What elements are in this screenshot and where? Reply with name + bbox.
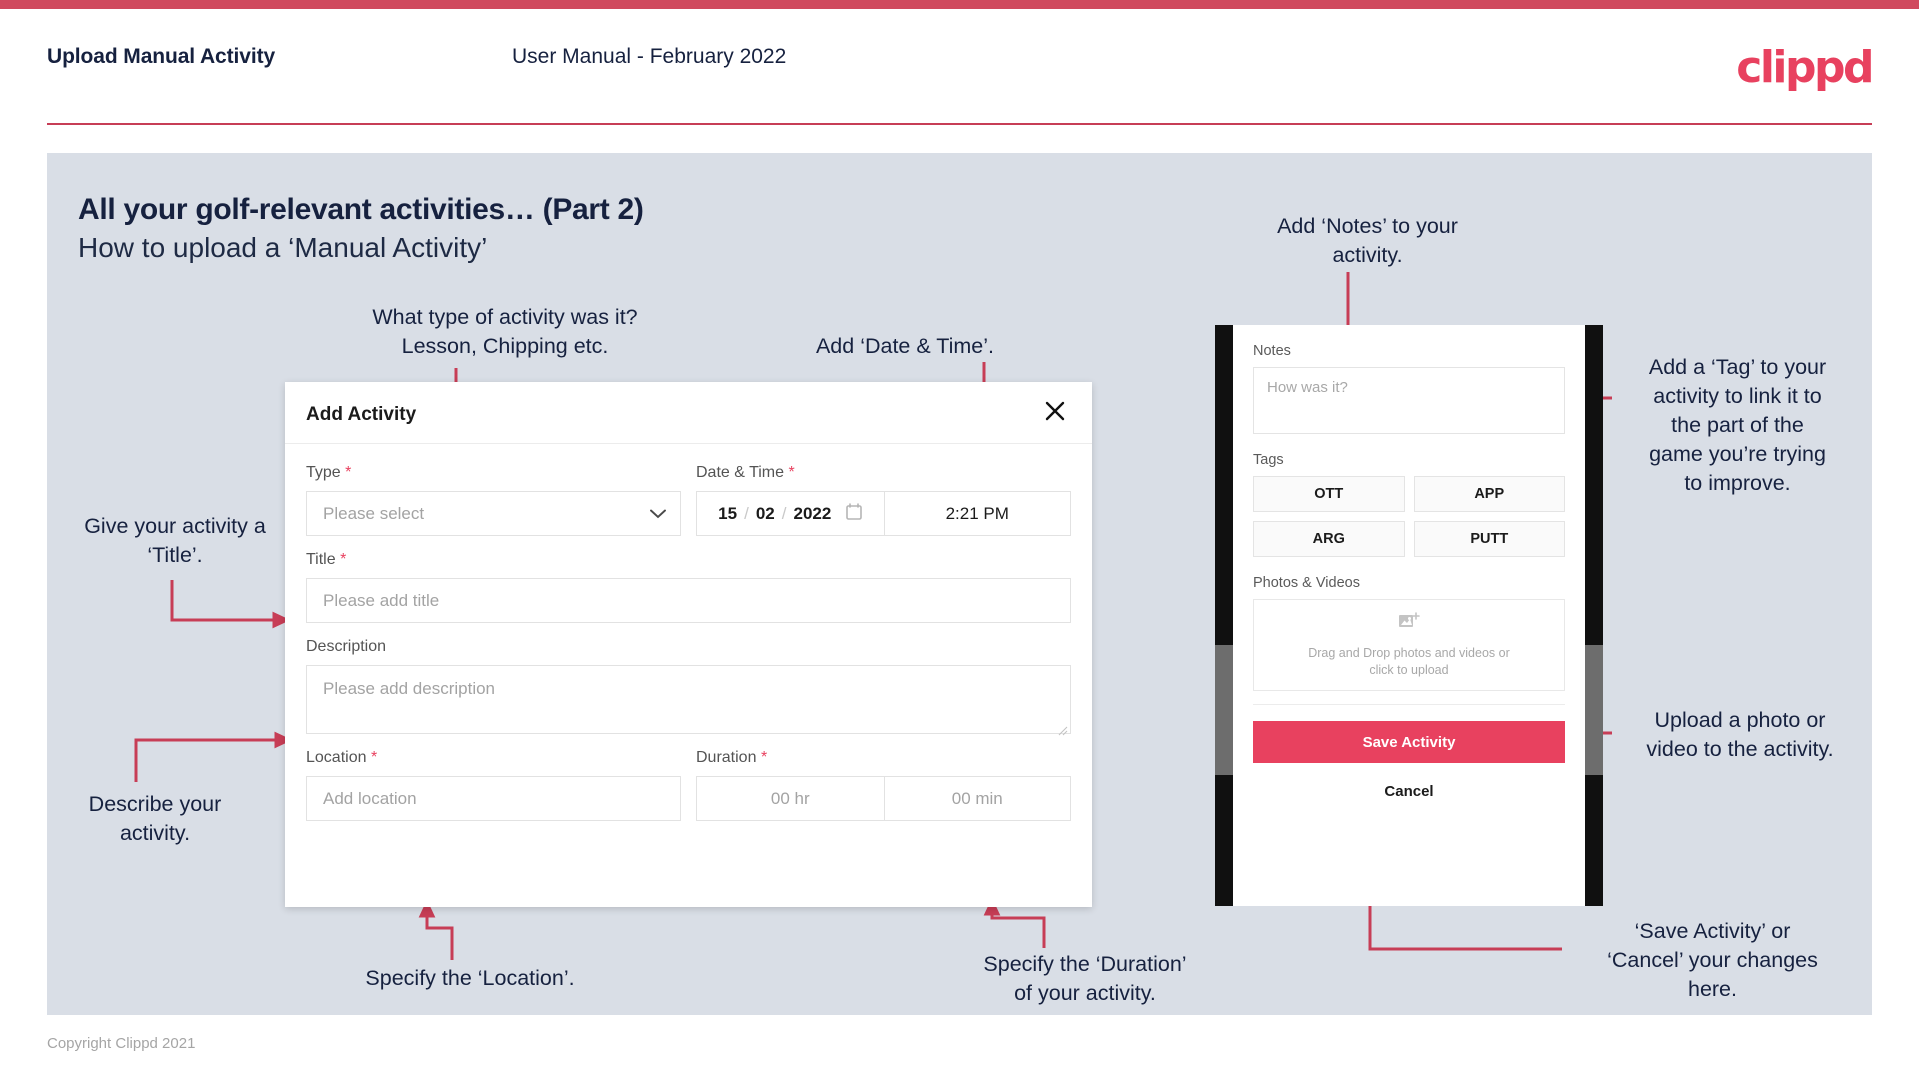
location-label-text: Location — [306, 749, 367, 766]
clippd-logo: clippd — [1736, 42, 1874, 93]
slide-page: Upload Manual Activity User Manual - Feb… — [0, 0, 1919, 1079]
phone-left-edge — [1215, 325, 1233, 906]
tag-button-putt[interactable]: PUTT — [1413, 521, 1565, 557]
type-placeholder: Please select — [323, 503, 425, 523]
duration-hours-placeholder: 00 hr — [770, 788, 810, 808]
location-input[interactable]: Add location — [306, 776, 681, 821]
dialog-header: Add Activity — [285, 382, 1092, 444]
description-placeholder: Please add description — [323, 679, 496, 698]
notes-placeholder: How was it? — [1267, 379, 1348, 396]
close-icon[interactable] — [1038, 394, 1072, 428]
time-input[interactable]: 2:21 PM — [883, 491, 1071, 536]
header-divider — [47, 123, 1872, 125]
notes-label: Notes — [1253, 343, 1291, 359]
annotation-datetime: Add ‘Date & Time’. — [815, 334, 995, 358]
annotation-type: What type of activity was it? Lesson, Chi… — [372, 305, 638, 358]
description-field-group: Description Please add description — [306, 638, 1071, 736]
location-placeholder: Add location — [323, 788, 417, 808]
dropzone-text: Drag and Drop photos and videos or click… — [1308, 645, 1510, 679]
date-input[interactable]: 15 / 02 / 2022 — [696, 491, 884, 536]
date-month: 02 — [755, 503, 775, 523]
slide-subtitle: How to upload a ‘Manual Activity’ — [78, 232, 488, 263]
required-asterisk: * — [370, 749, 378, 766]
annotation-duration: Specify the ‘Duration’ of your activity. — [983, 952, 1187, 1005]
title-input[interactable]: Please add title — [306, 578, 1071, 623]
page-title: Upload Manual Activity — [47, 45, 276, 68]
dropzone-line-1: Drag and Drop photos and videos or — [1308, 645, 1510, 660]
volume-button — [1215, 645, 1233, 775]
save-activity-button[interactable]: Save Activity — [1253, 721, 1565, 763]
required-asterisk: * — [788, 464, 795, 481]
duration-field-group: Duration * 00 hr 00 min — [696, 749, 1071, 821]
phone-right-edge — [1585, 325, 1603, 906]
cancel-button[interactable]: Cancel — [1253, 783, 1565, 800]
date-year: 2022 — [793, 503, 832, 523]
title-field-group: Title * Please add title — [306, 551, 1071, 623]
title-placeholder: Please add title — [323, 590, 440, 610]
time-value: 2:21 PM — [945, 503, 1009, 523]
datetime-label: Date & Time * — [696, 464, 1071, 482]
slide-title: All your golf-relevant activities… (Part… — [78, 193, 644, 226]
duration-hours-input[interactable]: 00 hr — [696, 776, 884, 821]
title-label: Title * — [306, 551, 1071, 569]
add-image-icon — [1398, 611, 1420, 637]
date-day: 15 — [718, 503, 738, 523]
annotation-notes: Add ‘Notes’ to your activity. — [1277, 214, 1458, 267]
chevron-down-icon — [650, 504, 666, 524]
date-sep-1: / — [744, 503, 749, 523]
footer-copyright: Copyright Clippd 2021 — [47, 1035, 196, 1052]
annotation-location: Specify the ‘Location’. — [365, 966, 575, 990]
page-subtitle: User Manual - February 2022 — [512, 45, 787, 68]
dropzone-line-2: click to upload — [1369, 662, 1449, 677]
tags-label: Tags — [1253, 452, 1284, 468]
duration-minutes-input[interactable]: 00 min — [883, 776, 1071, 821]
add-activity-dialog: Add Activity Type * Please select Date &… — [285, 382, 1092, 907]
duration-label: Duration * — [696, 749, 1071, 767]
duration-label-text: Duration — [696, 749, 757, 766]
datetime-label-text: Date & Time — [696, 464, 785, 481]
datetime-field-group: Date & Time * 15 / 02 / 2022 2:21 PM — [696, 464, 1071, 536]
annotation-description: Describe your activity. — [88, 792, 222, 845]
duration-minutes-placeholder: 00 min — [951, 788, 1003, 808]
required-asterisk: * — [345, 464, 352, 481]
phone-mockup: Notes How was it? Tags OTT APP ARG PUTT … — [1215, 325, 1603, 906]
location-field-group: Location * Add location — [306, 749, 681, 821]
location-label: Location * — [306, 749, 681, 767]
dialog-body: Type * Please select Date & Time * 15 / … — [285, 444, 1092, 821]
tag-button-app[interactable]: APP — [1413, 476, 1565, 512]
annotation-save: ‘Save Activity’ or ‘Cancel’ your changes h… — [1607, 919, 1818, 1001]
photo-dropzone[interactable]: Drag and Drop photos and videos or click… — [1253, 599, 1565, 691]
type-label: Type * — [306, 464, 681, 482]
type-select[interactable]: Please select — [306, 491, 681, 536]
required-asterisk: * — [760, 749, 768, 766]
annotation-tags: Add a ‘Tag’ to your activity to link it t… — [1648, 355, 1827, 495]
date-sep-2: / — [781, 503, 787, 523]
tags-grid: OTT APP ARG PUTT — [1253, 476, 1565, 557]
calendar-icon[interactable] — [846, 502, 863, 525]
power-button — [1585, 645, 1603, 775]
required-asterisk: * — [340, 551, 347, 568]
tag-button-ott[interactable]: OTT — [1253, 476, 1405, 512]
phone-divider — [1253, 704, 1565, 705]
tag-button-arg[interactable]: ARG — [1253, 521, 1405, 557]
annotation-upload: Upload a photo or video to the activity. — [1646, 708, 1834, 761]
notes-textarea[interactable]: How was it? — [1253, 367, 1565, 434]
photos-label: Photos & Videos — [1253, 575, 1360, 591]
top-accent-bar — [0, 0, 1919, 9]
type-field-group: Type * Please select — [306, 464, 681, 536]
description-label: Description — [306, 638, 387, 655]
title-label-text: Title — [306, 551, 336, 568]
dialog-title: Add Activity — [306, 404, 417, 425]
type-label-text: Type — [306, 464, 341, 481]
phone-screen: Notes How was it? Tags OTT APP ARG PUTT … — [1233, 325, 1585, 906]
resize-grip-icon[interactable] — [1058, 721, 1068, 736]
annotation-title: Give your activity a ‘Title’. — [84, 514, 266, 567]
description-textarea[interactable]: Please add description — [306, 665, 1071, 736]
